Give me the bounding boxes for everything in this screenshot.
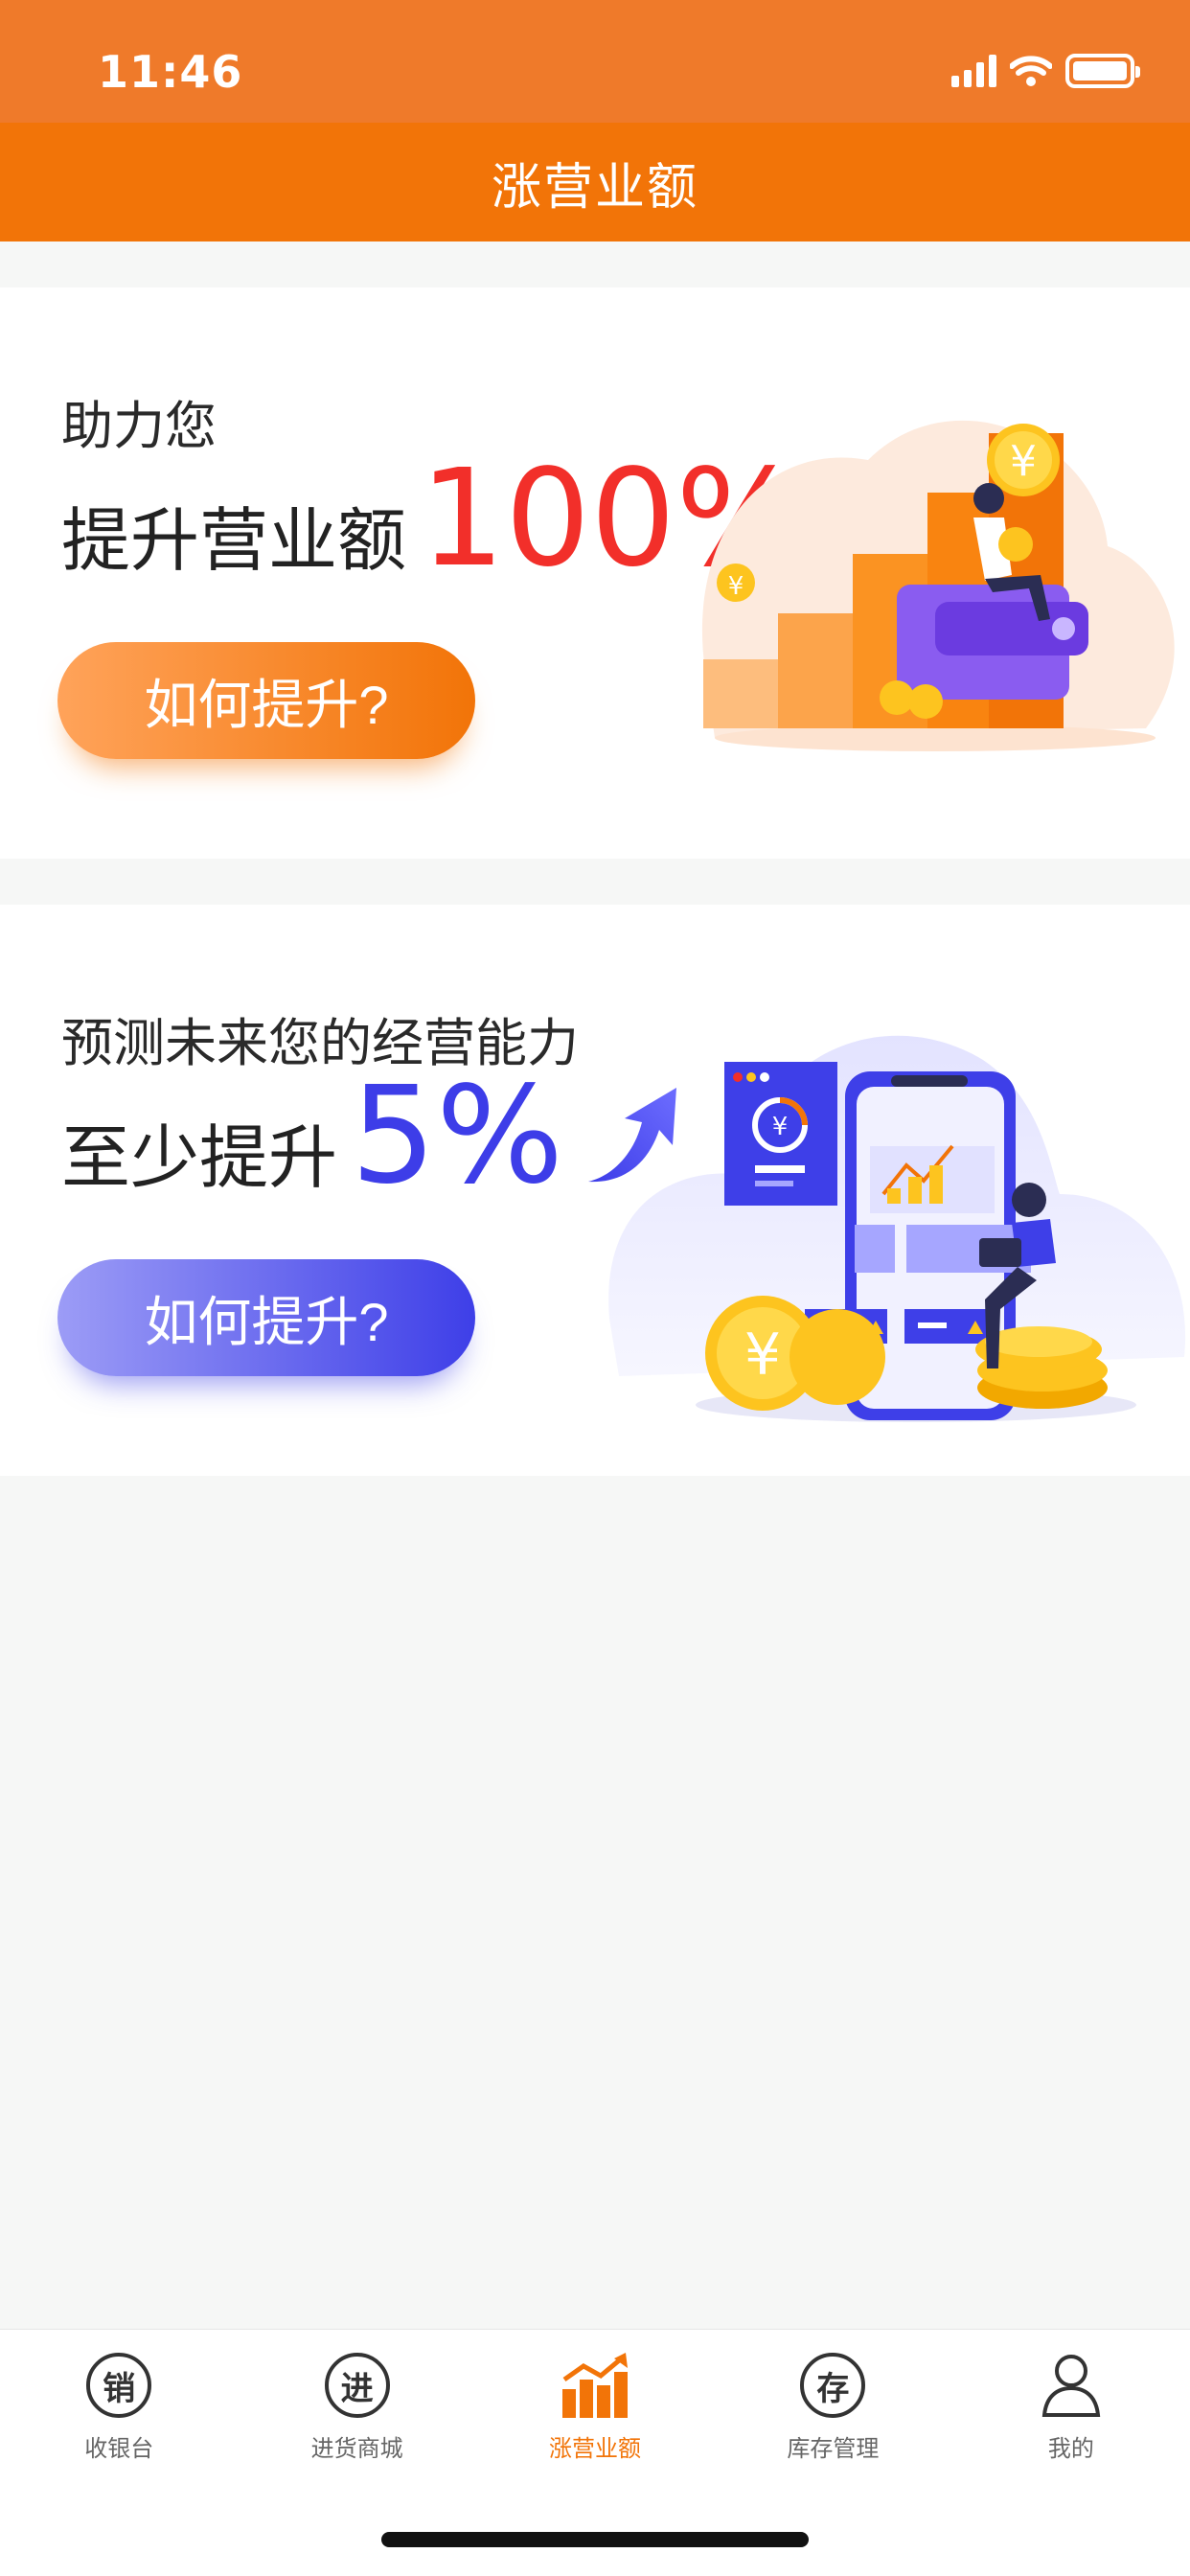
- tab-label: 收银台: [84, 2435, 154, 2462]
- tab-label: 我的: [1047, 2435, 1094, 2462]
- page-title: 涨营业额: [491, 158, 698, 217]
- status-time: 11:46: [98, 46, 243, 98]
- nav-header: 涨营业额: [0, 123, 1190, 242]
- battery-icon: [1065, 54, 1140, 88]
- tab-label: 进货商城: [310, 2435, 403, 2462]
- revenue-boost-card: 助力您 提升营业额 100% 如何提升? ¥ ¥: [0, 288, 1190, 859]
- how-to-improve-button-2[interactable]: 如何提升?: [57, 1259, 475, 1376]
- card2-headline: 至少提升: [61, 1117, 338, 1198]
- tab-profile[interactable]: 我的: [952, 2330, 1190, 2474]
- status-icons: [951, 54, 1140, 88]
- user-profile-icon: [1035, 2349, 1108, 2422]
- card2-headline-row: 至少提升 5%: [61, 1070, 684, 1204]
- purchase-mall-icon: 进: [321, 2349, 394, 2422]
- status-bar: 11:46: [0, 0, 1190, 123]
- how-to-improve-button-1[interactable]: 如何提升?: [57, 642, 475, 759]
- home-indicator-area: [0, 2474, 1190, 2576]
- tab-revenue-growth[interactable]: 涨营业额: [476, 2330, 714, 2474]
- bottom-tab-bar: 销 收银台 进 进货商城 涨营业额 存 库存管理 我的: [0, 2329, 1190, 2474]
- tab-label: 库存管理: [787, 2435, 880, 2462]
- svg-text:¥: ¥: [744, 1322, 781, 1389]
- forecast-card: 预测未来您的经营能力 至少提升 5% 如何提升? ¥ ¥: [0, 905, 1190, 1476]
- tab-label: 涨营业额: [549, 2435, 642, 2462]
- svg-text:¥: ¥: [728, 572, 744, 601]
- revenue-growth-illustration: ¥ ¥: [701, 420, 1175, 751]
- card2-highlight: 5%: [351, 1058, 564, 1214]
- growth-chart-icon: [559, 2349, 631, 2422]
- forecast-phone-illustration: ¥ ¥: [608, 1035, 1186, 1422]
- inventory-icon: 存: [796, 2349, 869, 2422]
- wifi-icon: [1010, 56, 1052, 86]
- tab-cashier[interactable]: 销 收银台: [0, 2330, 238, 2474]
- tab-purchase-mall[interactable]: 进 进货商城: [238, 2330, 475, 2474]
- signal-icon: [951, 55, 996, 87]
- svg-text:¥: ¥: [772, 1113, 789, 1141]
- cashier-icon: 销: [82, 2349, 155, 2422]
- svg-text:¥: ¥: [1010, 437, 1037, 486]
- card1-subtitle: 助力您: [61, 396, 217, 456]
- tab-inventory[interactable]: 存 库存管理: [714, 2330, 951, 2474]
- home-indicator: [381, 2532, 809, 2547]
- card1-headline: 提升营业额: [61, 500, 407, 581]
